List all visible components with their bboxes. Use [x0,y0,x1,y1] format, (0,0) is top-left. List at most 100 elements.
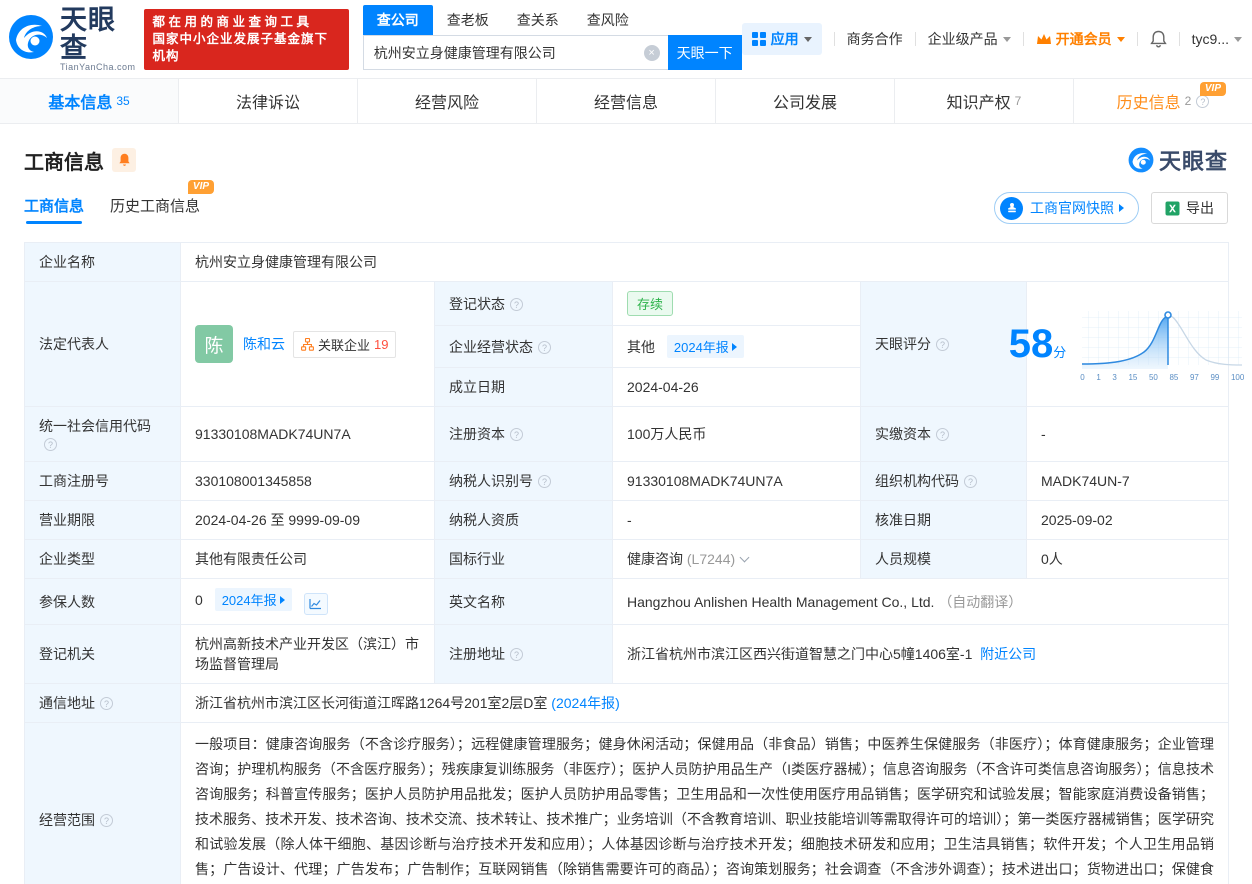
value-approval-date: 2025-09-02 [1027,501,1229,540]
label-mailing-address: 通信地址 [25,684,181,723]
search-tabs: 查公司 查老板 查关系 查风险 [363,8,742,35]
chevron-down-icon [1003,37,1011,42]
top-header: 天眼查 TianYanCha.com 都在用的商业查询工具 国家中小企业发展子基… [0,0,1252,78]
business-cooperation-link[interactable]: 商务合作 [847,29,903,49]
monitor-bell-icon[interactable] [112,148,136,172]
value-company-name: 杭州安立身健康管理有限公司 [181,243,1229,282]
user-menu[interactable]: tyc9... [1192,31,1242,47]
subtab-history-business-info[interactable]: VIP 历史工商信息 [110,195,200,224]
tianyancha-logo[interactable]: 天眼查 TianYanCha.com [8,6,136,72]
label-industry: 国标行业 [435,540,613,579]
logo-domain: TianYanCha.com [60,62,136,72]
help-icon[interactable] [936,428,949,441]
help-icon[interactable] [1196,95,1209,108]
help-icon[interactable] [538,341,551,354]
help-icon[interactable] [44,438,57,451]
help-icon[interactable] [538,475,551,488]
score-distribution-chart: 0131550859799100 [1078,307,1246,382]
value-operating-status: 其他 2024年报 [613,326,861,368]
arrow-right-icon [732,343,737,351]
page: 天眼查 TianYanCha.com 都在用的商业查询工具 国家中小企业发展子基… [0,0,1252,884]
value-tianyan-score: 58分 [1027,282,1229,407]
search-button[interactable]: 天眼一下 [668,35,742,70]
label-taxpayer-qualification: 纳税人资质 [435,501,613,540]
chevron-down-icon [1234,37,1242,42]
avatar[interactable]: 陈 [195,325,233,363]
export-button[interactable]: 导出 [1151,192,1228,224]
search-tab-company[interactable]: 查公司 [363,5,433,35]
help-icon[interactable] [936,338,949,351]
label-establish-date: 成立日期 [435,368,613,407]
header-right-nav: 应用 商务合作 企业级产品 开通会员 [742,23,1242,55]
apps-grid-icon [752,32,766,46]
value-company-type: 其他有限责任公司 [181,540,435,579]
label-insured-count: 参保人数 [25,579,181,625]
help-icon[interactable] [964,475,977,488]
help-icon[interactable] [100,814,113,827]
search-clear-icon[interactable]: × [644,45,660,61]
snapshot-button[interactable]: 工商官网快照 [994,192,1139,224]
table-row: 企业名称 杭州安立身健康管理有限公司 [25,243,1229,282]
value-taxpayer-qualification: - [613,501,861,540]
table-row: 经营范围 一般项目：健康咨询服务（不含诊疗服务）；远程健康管理服务；健身休闲活动… [25,723,1229,884]
label-business-term: 营业期限 [25,501,181,540]
search-tab-boss[interactable]: 查老板 [433,5,503,35]
label-company-name: 企业名称 [25,243,181,282]
org-chart-icon [301,338,314,351]
label-business-scope: 经营范围 [25,723,181,884]
label-legal-representative: 法定代表人 [25,282,181,407]
section-title: 工商信息 [24,146,104,175]
tab-operating-info[interactable]: 经营信息 [537,79,716,123]
tianyancha-watermark: 天眼查 [1128,144,1228,176]
value-business-term: 2024-04-26 至 9999-09-09 [181,501,435,540]
value-registered-address: 浙江省杭州市滨江区西兴街道智慧之门中心5幢1406室-1 附近公司 [613,625,1229,684]
arrow-right-icon [280,596,285,604]
vip-membership-link[interactable]: 开通会员 [1036,29,1125,49]
tab-basic-info[interactable]: 基本信息35 [0,79,179,123]
value-credit-code: 91330108MADK74UN7A [181,407,435,462]
apps-menu[interactable]: 应用 [742,23,822,55]
search-block: 查公司 查老板 查关系 查风险 × 天眼一下 [363,8,742,70]
help-icon[interactable] [510,298,523,311]
notification-bell-icon[interactable] [1150,30,1167,48]
tab-operating-risk[interactable]: 经营风险 [358,79,537,123]
label-org-code: 组织机构代码 [861,462,1027,501]
value-industry: 健康咨询 (L7244) [613,540,861,579]
value-legal-representative: 陈 陈和云 关联企业 19 [181,282,435,407]
annual-report-link[interactable]: 2024年报 [215,588,292,611]
score-chart-axis: 0131550859799100 [1078,372,1246,382]
search-input[interactable] [364,36,668,69]
label-paid-capital: 实缴资本 [861,407,1027,462]
table-row: 统一社会信用代码 91330108MADK74UN7A 注册资本 100万人民币… [25,407,1229,462]
search-tab-relation[interactable]: 查关系 [503,5,573,35]
value-paid-capital: - [1027,407,1229,462]
value-registration-status: 存续 [613,282,861,326]
tab-history-info[interactable]: VIP 历史信息2 [1074,79,1252,123]
subtab-business-info[interactable]: 工商信息 [24,195,84,224]
label-tianyan-score: 天眼评分 [861,282,1027,407]
stamp-icon [1000,197,1023,220]
value-insured-count: 0 2024年报 [181,579,435,625]
table-row: 企业类型 其他有限责任公司 国标行业 健康咨询 (L7244) 人员规模 0人 [25,540,1229,579]
search-tab-risk[interactable]: 查风险 [573,5,643,35]
enterprise-products-link[interactable]: 企业级产品 [928,29,1011,49]
tianyancha-logo-icon [8,14,54,65]
tab-legal[interactable]: 法律诉讼 [179,79,358,123]
annual-report-link[interactable]: 2024年报 [667,335,744,358]
help-icon[interactable] [100,697,113,710]
help-icon[interactable] [510,428,523,441]
vip-badge: VIP [188,180,214,194]
slogan-line1: 都在用的商业查询工具 [153,14,340,31]
tab-intellectual-property[interactable]: 知识产权7 [895,79,1074,123]
nearby-companies-link[interactable]: 附近公司 [980,646,1036,662]
label-operating-status: 企业经营状态 [435,326,613,368]
tab-company-development[interactable]: 公司发展 [716,79,895,123]
label-registered-capital: 注册资本 [435,407,613,462]
logo-title: 天眼查 [60,6,136,62]
trend-chart-icon[interactable] [304,593,328,615]
chevron-down-icon[interactable] [740,553,750,563]
related-companies-badge[interactable]: 关联企业 19 [293,331,396,358]
annual-report-note-link[interactable]: (2024年报) [551,695,619,711]
legal-rep-name-link[interactable]: 陈和云 [243,334,285,354]
help-icon[interactable] [510,648,523,661]
